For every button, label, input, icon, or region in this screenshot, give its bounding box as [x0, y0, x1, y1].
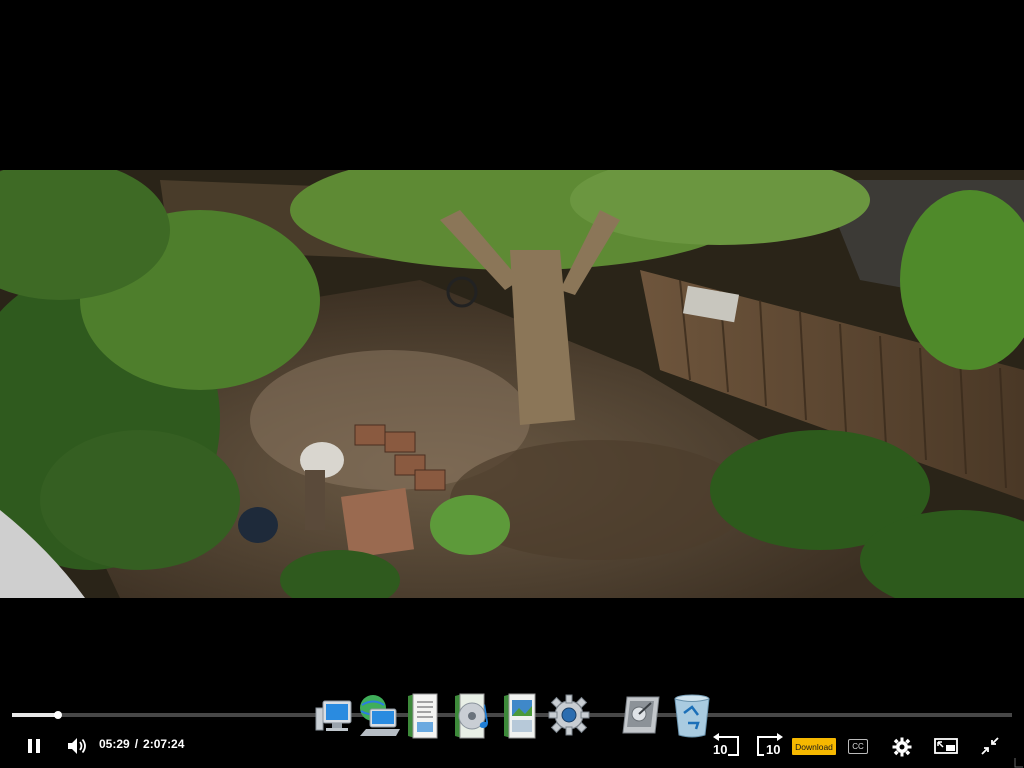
pip-icon	[934, 738, 958, 754]
video-frame[interactable]	[0, 170, 1024, 598]
seek-bar-played	[12, 713, 58, 717]
download-button[interactable]: Download	[792, 738, 836, 755]
captions-button[interactable]: CC	[848, 739, 868, 754]
video-scene	[0, 170, 1024, 598]
dock-pictures-icon[interactable]	[501, 692, 537, 740]
rewind-seconds: 10	[713, 742, 728, 757]
dock-control-panel-icon[interactable]	[619, 693, 663, 737]
dock-computer-icon[interactable]	[314, 698, 354, 734]
current-time: 05:29	[99, 737, 130, 751]
speaker-icon	[68, 738, 86, 754]
dock-settings-icon[interactable]	[547, 693, 591, 737]
duration: 2:07:24	[143, 737, 185, 751]
collapse-icon	[981, 737, 999, 755]
time-readout: 05:29 / 2:07:24	[99, 737, 184, 751]
volume-button[interactable]	[65, 734, 91, 758]
seek-handle[interactable]	[54, 711, 62, 719]
dock-network-icon[interactable]	[356, 693, 400, 739]
pause-icon	[28, 739, 40, 753]
settings-button[interactable]	[891, 736, 913, 758]
forward-10-button[interactable]: 10	[754, 733, 786, 759]
exit-fullscreen-button[interactable]	[980, 736, 1000, 756]
rewind-10-button[interactable]: 10	[710, 733, 742, 759]
resize-grip-icon[interactable]	[1014, 757, 1024, 768]
time-separator: /	[134, 737, 139, 751]
forward-seconds: 10	[766, 742, 781, 757]
dock-music-icon[interactable]	[452, 692, 494, 740]
dock-documents-icon[interactable]	[405, 692, 439, 740]
pause-button[interactable]	[22, 734, 46, 758]
dock-recycle-bin-icon[interactable]	[672, 693, 712, 739]
picture-in-picture-button[interactable]	[934, 737, 958, 755]
gear-icon	[892, 737, 912, 757]
